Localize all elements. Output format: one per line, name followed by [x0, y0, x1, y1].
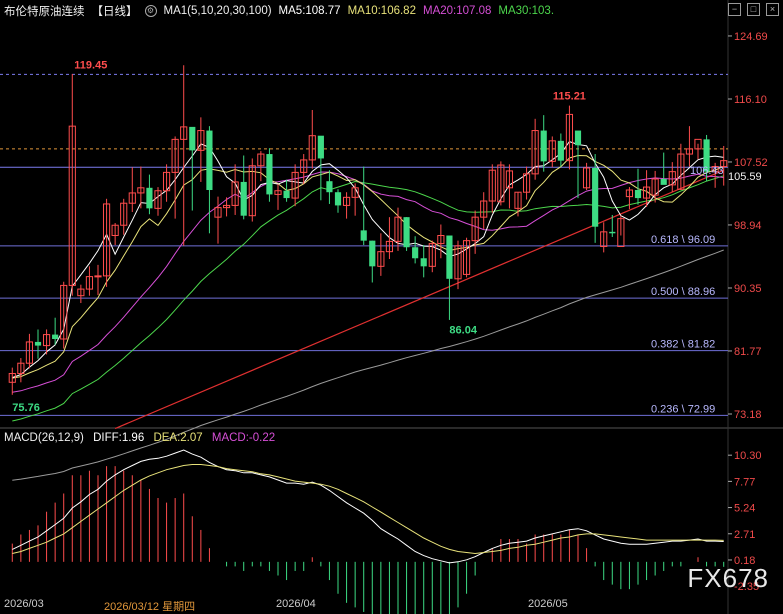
macd-dea-line — [12, 464, 724, 555]
candle-body — [317, 135, 324, 159]
price-annotation: 75.76 — [12, 402, 40, 414]
candle-body — [189, 126, 196, 151]
chart-canvas: 124.69 116.10 107.52 98.94 90.35 81.77 73.18 10… — [0, 0, 783, 614]
ma1-label: MA1(5,10,20,30,100) — [163, 5, 272, 17]
ma10-value: MA10:106.82 — [347, 5, 416, 17]
ma5-value: MA5:108.77 — [278, 5, 341, 17]
close-icon[interactable]: × — [766, 3, 779, 16]
candle-body — [574, 130, 582, 146]
axis-tick-label: 7.77 — [734, 476, 755, 488]
macd-dea: DEA:2.07 — [153, 432, 203, 444]
ma20-value: MA20:107.08 — [422, 5, 492, 17]
date-label: 2026/03 — [4, 598, 44, 610]
ma20-line — [12, 171, 724, 393]
axis-tick-label: 90.35 — [734, 283, 762, 295]
axis-tick-label: 116.10 — [734, 94, 767, 106]
price-annotation: 119.45 — [74, 59, 107, 71]
candle-body — [146, 187, 153, 209]
ma10-line — [12, 154, 724, 379]
candle-body — [446, 235, 453, 279]
axis-tick-label: 98.94 — [734, 220, 762, 232]
candle-body — [540, 130, 547, 162]
fib-label: 0.382 \ 81.82 — [651, 339, 715, 351]
candle-body — [326, 181, 333, 193]
candle-body — [369, 240, 376, 267]
price-tag: 105.59 — [728, 171, 762, 183]
ma30-value: MA30:103. — [498, 5, 555, 17]
date-label: 2026/05 — [528, 598, 568, 610]
ma5-line — [12, 141, 724, 379]
candle-body — [240, 181, 247, 216]
date-label: 2026/03/12 星期四 — [104, 601, 196, 613]
minimize-icon[interactable]: − — [728, 3, 741, 16]
ma100-line — [12, 249, 724, 481]
candle-body — [283, 190, 290, 199]
candle-body — [94, 275, 102, 278]
fib-label: 0.500 \ 88.96 — [651, 286, 715, 298]
period-label[interactable]: 【日线】 — [92, 3, 138, 19]
candle-body — [660, 178, 667, 185]
axis-tick-label: 5.24 — [734, 503, 755, 515]
candle-body — [634, 190, 642, 199]
settings-icon[interactable]: ⚙ — [144, 5, 157, 17]
fib-label: 0.236 \ 72.99 — [651, 403, 715, 415]
price-annotation: 86.04 — [449, 325, 477, 337]
macd-value: MACD:-0.22 — [211, 432, 276, 444]
axis-tick-label: 107.52 — [734, 157, 768, 169]
trend-line — [114, 169, 724, 430]
candle-body — [557, 140, 564, 161]
candle-body — [266, 154, 273, 195]
candle-body — [609, 231, 616, 234]
macd-header: MACD(26,12,9) DIFF:1.96 DEA:2.07 MACD:-0… — [4, 432, 281, 444]
candle-body — [334, 192, 342, 206]
macd-diff-line — [12, 449, 724, 564]
candle-body — [52, 334, 59, 339]
candle-body — [34, 341, 42, 346]
candle-body — [412, 247, 419, 259]
window-controls: − □ × — [728, 3, 779, 16]
axis-tick-label: 124.69 — [734, 31, 768, 43]
axis-tick-label: 81.77 — [734, 346, 762, 358]
price-tag: 106.43 — [690, 165, 724, 177]
watermark-logo: FX678 — [687, 563, 769, 593]
candle-body — [206, 130, 213, 191]
chart-header: 布伦特原油连续 【日线】 ⚙ MA1(5,10,20,30,100) MA5:1… — [4, 3, 561, 19]
candle-body — [592, 167, 599, 227]
macd-label[interactable]: MACD(26,12,9) — [4, 432, 84, 444]
axis-tick-label: 2.71 — [734, 529, 755, 541]
candle-body — [360, 230, 367, 241]
macd-diff: DIFF:1.96 — [93, 432, 145, 444]
axis-tick-label: 10.30 — [734, 450, 762, 462]
fib-label: 0.618 \ 96.09 — [651, 234, 715, 246]
candle-body — [403, 217, 410, 248]
price-annotation: 115.21 — [553, 91, 586, 103]
maximize-icon[interactable]: □ — [747, 3, 760, 16]
candle-body — [420, 258, 427, 267]
axis-tick-label: 73.18 — [734, 409, 762, 421]
instrument-title[interactable]: 布伦特原油连续 — [4, 3, 85, 19]
date-label: 2026/04 — [276, 598, 316, 610]
